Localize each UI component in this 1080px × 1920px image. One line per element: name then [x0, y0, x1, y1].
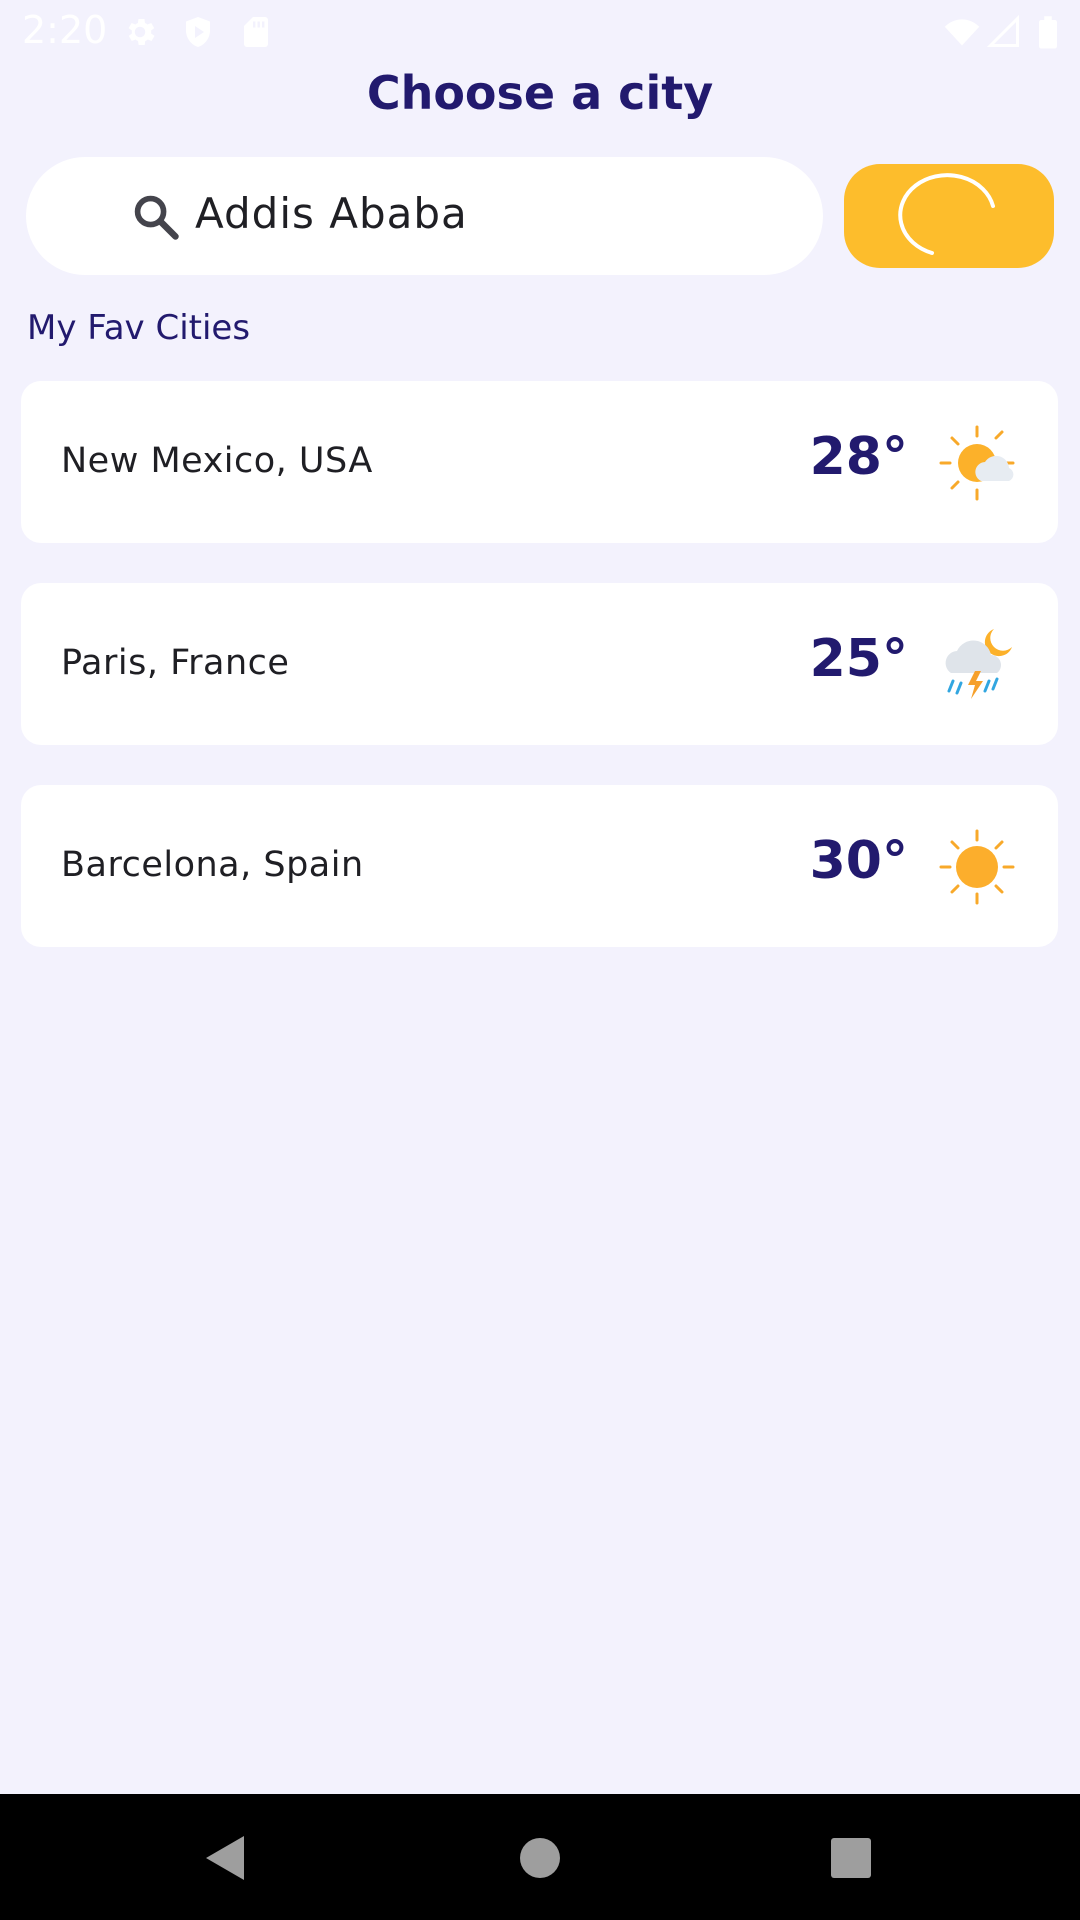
- favorites-section-label: My Fav Cities: [27, 308, 251, 348]
- sd-card-icon: [244, 17, 268, 47]
- home-icon[interactable]: [512, 1830, 568, 1886]
- city-card[interactable]: New Mexico, USA 28°: [21, 381, 1058, 543]
- city-card[interactable]: Paris, France 25°: [21, 583, 1058, 745]
- city-temperature: 30°: [809, 831, 908, 891]
- battery-icon: [1039, 16, 1057, 49]
- city-temperature: 28°: [809, 427, 908, 487]
- search-submit-button[interactable]: [844, 164, 1054, 268]
- settings-icon: [128, 18, 155, 46]
- search-icon: [134, 195, 179, 240]
- status-bar: 2:20: [0, 0, 1080, 64]
- thunderstorm-night-icon: [945, 629, 1012, 699]
- city-card[interactable]: Barcelona, Spain 30°: [21, 785, 1058, 947]
- city-name: New Mexico, USA: [61, 441, 373, 481]
- city-name: Paris, France: [61, 643, 290, 683]
- page-title: Choose a city: [366, 66, 714, 120]
- weather-city-screen: 2:20 Choose a city Addis Ababa My Fav Ci…: [0, 0, 1080, 1920]
- search-input[interactable]: Addis Ababa: [195, 189, 468, 238]
- status-time: 2:20: [22, 8, 108, 52]
- wifi-icon: [944, 19, 980, 46]
- sunny-icon: [939, 829, 1015, 905]
- partly-sunny-icon: [939, 425, 1015, 501]
- system-navigation-bar: [0, 1794, 1080, 1920]
- back-icon[interactable]: [198, 1830, 254, 1886]
- signal-icon: [986, 14, 1019, 47]
- recents-icon[interactable]: [823, 1830, 879, 1886]
- shield-icon: [186, 17, 210, 47]
- city-search-field[interactable]: Addis Ababa: [26, 157, 823, 275]
- city-temperature: 25°: [809, 629, 908, 689]
- city-name: Barcelona, Spain: [61, 845, 364, 885]
- loading-spinner-icon: [898, 173, 995, 255]
